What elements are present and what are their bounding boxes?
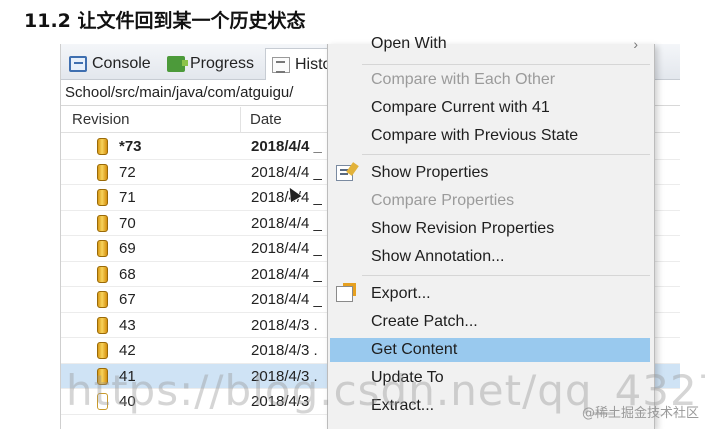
menu-item-open-with[interactable]: Open With ›	[330, 32, 650, 56]
date-cell: 2018/4/3	[251, 393, 310, 410]
date-cell: 2018/4/4 _	[251, 163, 322, 181]
date-cell: 2018/4/3 .	[251, 342, 318, 359]
date-cell: 2018/4/4 _	[251, 214, 322, 232]
revision-cell: *73	[119, 138, 142, 155]
menu-item-compare-current[interactable]: Compare Current with 41	[330, 96, 650, 120]
menu-item-create-patch[interactable]: Create Patch...	[330, 310, 650, 334]
console-icon	[69, 56, 87, 72]
revision-cell: 72	[119, 163, 136, 181]
revision-cell: 68	[119, 265, 136, 283]
revision-icon	[97, 367, 108, 385]
tab-progress[interactable]: Progress	[167, 52, 254, 76]
date-cell: 2018/4/4 _	[251, 265, 322, 283]
menu-item-label: Open With	[371, 35, 447, 52]
credit-text: @稀土掘金技术社区	[581, 406, 699, 421]
menu-item-update-to[interactable]: Update To	[330, 366, 650, 390]
revision-icon	[97, 240, 108, 257]
tab-history-label: Histo	[295, 55, 332, 73]
date-cell: 2018/4/3 .	[251, 316, 318, 334]
menu-item-compare-previous[interactable]: Compare with Previous State	[330, 124, 650, 148]
menu-separator	[362, 154, 650, 155]
submenu-arrow-icon: ›	[633, 36, 638, 52]
revision-cell: 43	[119, 316, 136, 334]
revision-icon	[97, 342, 108, 359]
page-heading: 11.2 让文件回到某一个历史状态	[24, 10, 306, 32]
tab-progress-label: Progress	[190, 55, 255, 72]
menu-item-export[interactable]: Export...	[330, 282, 650, 306]
column-divider[interactable]	[240, 107, 241, 133]
revision-cell: 69	[119, 240, 136, 257]
revision-icon	[97, 163, 108, 181]
revision-icon	[97, 393, 108, 410]
menu-separator	[362, 64, 650, 65]
column-header-date[interactable]: Date	[250, 111, 282, 128]
revision-cell: 70	[119, 214, 136, 232]
revision-icon	[97, 291, 108, 308]
date-cell: 2018/4/4 _	[251, 240, 322, 257]
progress-icon	[167, 56, 188, 72]
date-cell: 2018/4/3 .	[251, 367, 318, 385]
menu-item-label: Show Properties	[371, 164, 489, 181]
menu-item-get-content[interactable]: Get Content	[330, 338, 650, 362]
revision-icon	[97, 316, 108, 334]
menu-item-show-properties[interactable]: Show Properties	[330, 161, 650, 185]
revision-cell: 41	[119, 367, 136, 385]
tab-console-label: Console	[92, 55, 151, 72]
menu-item-compare-each-other[interactable]: Compare with Each Other	[330, 68, 650, 92]
revision-icon	[97, 138, 108, 155]
export-icon	[336, 286, 353, 302]
revision-cell: 71	[119, 189, 136, 206]
menu-item-show-annotation[interactable]: Show Annotation...	[330, 245, 650, 269]
revision-cell: 67	[119, 291, 136, 308]
menu-item-compare-properties[interactable]: Compare Properties	[330, 189, 650, 213]
menu-item-show-revision-properties[interactable]: Show Revision Properties	[330, 217, 650, 241]
revision-cell: 42	[119, 342, 136, 359]
context-menu: Open With › Compare with Each Other Comp…	[327, 35, 655, 429]
properties-icon	[336, 165, 353, 181]
revision-icon	[97, 214, 108, 232]
history-icon	[272, 56, 290, 73]
date-cell: 2018/4/4 _	[251, 138, 322, 155]
column-header-revision[interactable]: Revision	[72, 111, 130, 128]
tab-console[interactable]: Console	[69, 52, 151, 76]
menu-separator	[362, 275, 650, 276]
revision-icon	[97, 265, 108, 283]
date-cell: 2018/4/4 _	[251, 291, 322, 308]
menu-item-label: Export...	[371, 285, 431, 302]
revision-icon	[97, 189, 108, 206]
revision-cell: 40	[119, 393, 136, 410]
